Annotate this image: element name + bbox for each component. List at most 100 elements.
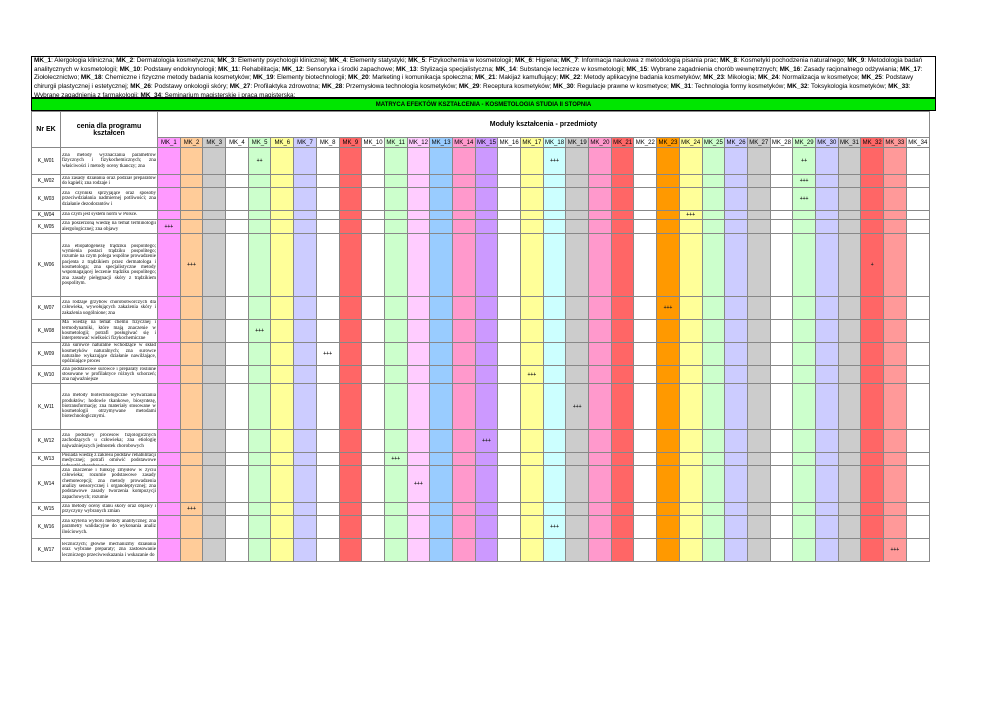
- matrix-cell: [701, 365, 726, 384]
- matrix-cell: [383, 465, 408, 503]
- matrix-cell: [383, 538, 408, 562]
- matrix-cell: [202, 319, 227, 343]
- matrix-cell: [656, 319, 680, 343]
- matrix-cell: [860, 502, 884, 516]
- matrix-cell: [883, 465, 907, 503]
- matrix-cell: [678, 452, 703, 466]
- effect-code: K_W08: [31, 319, 61, 343]
- matrix-cell: [157, 365, 181, 384]
- matrix-cell: [633, 210, 658, 220]
- matrix-cell: [905, 465, 930, 503]
- matrix-cell: [293, 515, 317, 539]
- matrix-cell: [656, 365, 680, 384]
- matrix-cell: [905, 365, 930, 384]
- matrix-cell: [247, 219, 272, 234]
- module-header: MK_20: [588, 137, 612, 148]
- matrix-cell: [225, 342, 249, 366]
- matrix-cell: [633, 233, 658, 297]
- matrix-cell: [202, 383, 227, 430]
- matrix-cell: [520, 296, 544, 320]
- matrix-cell: [656, 538, 680, 562]
- matrix-row: K_W03 Zna czynniki sprzyjające oraz sposo…: [31, 187, 930, 211]
- matrix-cell: [792, 538, 816, 562]
- matrix-cell: [701, 538, 726, 562]
- matrix-cell: [724, 296, 748, 320]
- matrix-cell: [724, 538, 748, 562]
- legend-name: : Wybrane zagadnienia chorób wewnętrznyc…: [647, 65, 780, 73]
- matrix-row: K_W01 Zna metody wyznaczania parametrów f…: [31, 147, 930, 175]
- matrix-cell: [497, 538, 521, 562]
- matrix-row: K_W17 leczniczych; główne mechanizmy dzia…: [31, 538, 930, 562]
- matrix-cell: [633, 538, 658, 562]
- matrix-cell: [746, 233, 771, 297]
- matrix-cell: [792, 452, 816, 466]
- matrix-cell: [270, 187, 295, 211]
- module-header: MK_33: [883, 137, 907, 148]
- matrix-cell: [837, 319, 862, 343]
- matrix-cell: [792, 296, 816, 320]
- matrix-cell: [247, 187, 272, 211]
- matrix-cell: [905, 319, 930, 343]
- matrix-cell: [633, 219, 658, 234]
- module-header: MK_26: [724, 137, 748, 148]
- matrix-cell: [542, 365, 567, 384]
- legend-name: : Normalizacja w kosmetyce;: [778, 74, 862, 82]
- effect-description: Zna poszerzoną wiedzę na temat terminolo…: [60, 219, 158, 234]
- matrix-cell: [157, 452, 181, 466]
- matrix-cell: [588, 174, 612, 188]
- matrix-cell: [724, 187, 748, 211]
- matrix-cell: [474, 296, 499, 320]
- matrix-row: K_W16 Zna kryteria wyboru metody analityc…: [31, 515, 930, 539]
- matrix-row: K_W09 Zna surowce naturalne wchodzące w s…: [31, 342, 930, 366]
- matrix-cell: [202, 233, 227, 297]
- matrix-cell: [497, 174, 521, 188]
- matrix-cell: [905, 515, 930, 539]
- matrix-cell: [542, 429, 567, 453]
- matrix-cell: [451, 365, 476, 384]
- matrix-cell: [724, 147, 748, 175]
- matrix-cell: [746, 319, 771, 343]
- matrix-cell: [497, 452, 521, 466]
- matrix-row: K_W13 Posiada wiedzę z zakresu podstaw re…: [31, 452, 930, 466]
- matrix-cell: [792, 342, 816, 366]
- matrix-cell: [814, 210, 839, 220]
- matrix-row: K_W12 Zna podstawy procesów fizjologiczny…: [31, 429, 930, 453]
- legend-name: : Rehabilitacja;: [238, 65, 282, 73]
- matrix-cell: [678, 383, 703, 430]
- matrix-cell: [769, 319, 794, 343]
- matrix-cell: [701, 233, 726, 297]
- legend-code: MK_11: [218, 65, 239, 73]
- matrix-cell: [429, 502, 453, 516]
- matrix-cell: [542, 502, 567, 516]
- matrix-cell: [837, 429, 862, 453]
- matrix-cell: [293, 538, 317, 562]
- matrix-cell: [860, 210, 884, 220]
- matrix-cell: [338, 365, 363, 384]
- matrix-cell: [338, 452, 363, 466]
- matrix-cell: [406, 319, 431, 343]
- matrix-cell: [769, 210, 794, 220]
- matrix-cell: [656, 452, 680, 466]
- matrix-cell: [361, 210, 385, 220]
- matrix-cell: [633, 319, 658, 343]
- module-header: MK_15: [474, 137, 499, 148]
- matrix-cell: [724, 502, 748, 516]
- matrix-cell: [497, 187, 521, 211]
- matrix-cell: [247, 296, 272, 320]
- matrix-cell: [520, 233, 544, 297]
- matrix-cell: [792, 233, 816, 297]
- matrix-cell: [406, 365, 431, 384]
- matrix-cell: [338, 174, 363, 188]
- module-header: MK_8: [315, 137, 340, 148]
- module-header: MK_27: [746, 137, 771, 148]
- matrix-cell: [315, 383, 340, 430]
- matrix-cell: [610, 465, 635, 503]
- matrix-cell: [588, 515, 612, 539]
- effect-description: Zna kryteria wyboru metody analitycznej;…: [60, 515, 158, 539]
- matrix-cell: [157, 342, 181, 366]
- matrix-cell: [202, 147, 227, 175]
- matrix-cell: [565, 429, 590, 453]
- legend-code: MK_24: [757, 74, 779, 82]
- module-header: MK_12: [406, 137, 431, 148]
- matrix-cell: [542, 319, 567, 343]
